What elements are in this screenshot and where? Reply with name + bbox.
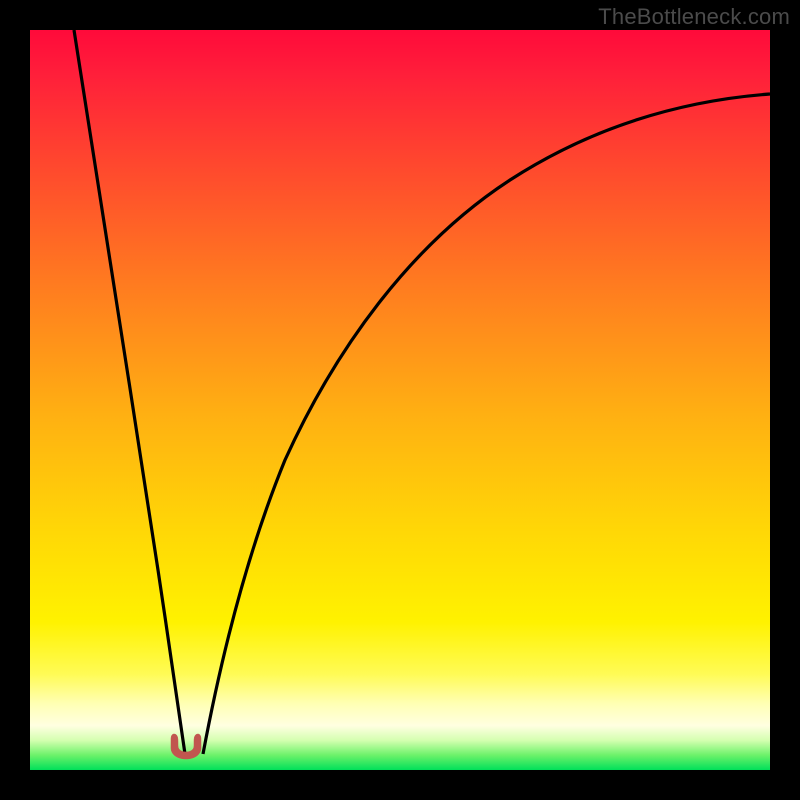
watermark-text: TheBottleneck.com [598, 4, 790, 30]
bottleneck-curve [30, 30, 770, 770]
plot-area [30, 30, 770, 770]
curve-right-branch [203, 94, 770, 754]
curve-left-branch [74, 30, 185, 754]
chart-frame: TheBottleneck.com [0, 0, 800, 800]
